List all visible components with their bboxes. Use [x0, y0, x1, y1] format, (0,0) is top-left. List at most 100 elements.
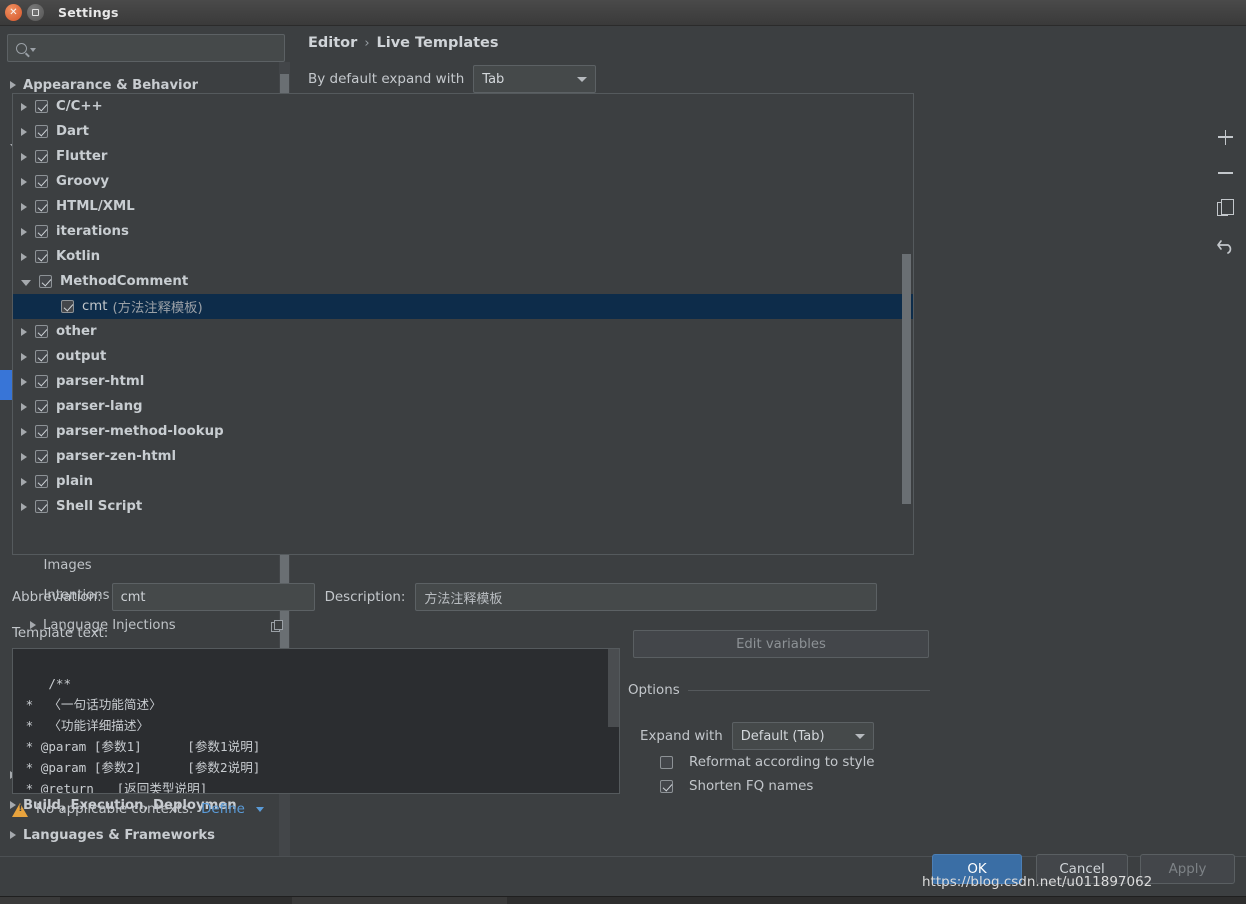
tree-scrollbar-thumb[interactable] [902, 254, 911, 504]
sidebar-item-label: Images [43, 557, 92, 573]
chevron-right-icon[interactable] [21, 427, 27, 436]
breadcrumb-root[interactable]: Editor [308, 35, 357, 51]
chevron-right-icon[interactable] [21, 127, 27, 136]
chevron-right-icon[interactable] [21, 502, 27, 511]
breadcrumb: Editor › Live Templates [292, 26, 1246, 51]
template-row-label: C/C++ [56, 99, 103, 114]
template-text-content: /** * 〈一句话功能简述〉 * 〈功能详细描述〉 * @param [参数1… [25, 676, 261, 794]
template-checkbox[interactable] [35, 400, 48, 413]
chevron-right-icon[interactable] [21, 477, 27, 486]
default-expand-value: Tab [482, 71, 505, 87]
sidebar-item-languages-frameworks[interactable]: Languages & Frameworks [0, 820, 292, 850]
template-tree-row[interactable]: parser-zen-html [13, 444, 913, 469]
template-checkbox[interactable] [35, 200, 48, 213]
template-tree-row[interactable]: C/C++ [13, 94, 913, 119]
template-tree-row[interactable]: Shell Script [13, 494, 913, 519]
chevron-right-icon[interactable] [10, 831, 16, 839]
template-checkbox[interactable] [35, 425, 48, 438]
chevron-right-icon[interactable] [21, 352, 27, 361]
chevron-right-icon[interactable] [21, 402, 27, 411]
template-tree-row[interactable]: Groovy [13, 169, 913, 194]
reformat-option-row[interactable]: Reformat according to style [660, 755, 875, 770]
template-tree-row[interactable]: MethodComment [13, 269, 913, 294]
template-checkbox[interactable] [35, 475, 48, 488]
template-checkbox[interactable] [35, 325, 48, 338]
copy-icon [271, 619, 283, 632]
default-expand-select[interactable]: Tab [473, 65, 597, 93]
abbreviation-input[interactable]: cmt [111, 583, 315, 611]
description-input[interactable]: 方法注释模板 [415, 583, 878, 611]
template-checkbox[interactable] [35, 150, 48, 163]
chevron-right-icon[interactable] [10, 81, 16, 89]
shorten-checkbox[interactable] [660, 780, 673, 793]
template-row-label: iterations [56, 224, 129, 239]
template-text-scrollbar-thumb[interactable] [608, 649, 619, 727]
chevron-right-icon[interactable] [21, 327, 27, 336]
desktop-taskbar [0, 896, 1246, 904]
template-row-label: parser-lang [56, 399, 143, 414]
chevron-right-icon[interactable] [21, 252, 27, 261]
template-tree-row[interactable]: plain [13, 469, 913, 494]
expand-with-row: Expand with Default (Tab) [640, 722, 874, 750]
template-checkbox[interactable] [35, 500, 48, 513]
chevron-right-icon[interactable] [21, 452, 27, 461]
template-checkbox[interactable] [35, 375, 48, 388]
chevron-down-icon[interactable] [21, 280, 31, 286]
template-tree-row[interactable]: Dart [13, 119, 913, 144]
shorten-option-row[interactable]: Shorten FQ names [660, 779, 813, 794]
chevron-right-icon[interactable] [21, 102, 27, 111]
template-checkbox[interactable] [35, 125, 48, 138]
template-checkbox[interactable] [39, 275, 52, 288]
template-row-label: parser-html [56, 374, 145, 389]
expand-with-select[interactable]: Default (Tab) [731, 722, 874, 750]
template-tree-row[interactable]: parser-method-lookup [13, 419, 913, 444]
template-checkbox[interactable] [35, 175, 48, 188]
default-expand-row: By default expand with Tab [292, 51, 1246, 93]
template-tree-row[interactable]: parser-html [13, 369, 913, 394]
template-tree-row[interactable]: output [13, 344, 913, 369]
live-templates-tree[interactable]: C/C++ Dart Flutter Groovy HTML/XML iterations… [12, 93, 914, 555]
add-template-button[interactable] [1215, 126, 1237, 148]
chevron-right-icon[interactable] [21, 377, 27, 386]
close-icon[interactable]: ✕ [5, 4, 22, 21]
template-tree-row[interactable]: iterations [13, 219, 913, 244]
chevron-right-icon[interactable] [21, 202, 27, 211]
chevron-right-icon[interactable] [21, 227, 27, 236]
edit-variables-button[interactable]: Edit variables [633, 630, 929, 658]
template-text-editor[interactable]: /** * 〈一句话功能简述〉 * 〈功能详细描述〉 * @param [参数1… [12, 648, 620, 794]
template-tree-row[interactable]: Kotlin [13, 244, 913, 269]
reformat-checkbox[interactable] [660, 756, 673, 769]
template-checkbox[interactable] [35, 250, 48, 263]
template-checkbox[interactable] [35, 450, 48, 463]
template-checkbox[interactable] [35, 100, 48, 113]
template-tree-row[interactable]: HTML/XML [13, 194, 913, 219]
template-tree-row[interactable]: Flutter [13, 144, 913, 169]
maximize-icon[interactable] [27, 4, 44, 21]
description-value: 方法注释模板 [424, 591, 503, 607]
duplicate-template-button[interactable] [1215, 198, 1237, 220]
template-row-label: cmt [82, 299, 108, 314]
template-row-label: HTML/XML [56, 199, 135, 214]
template-tree-row[interactable]: parser-lang [13, 394, 913, 419]
template-row-description: (方法注释模板) [112, 301, 203, 316]
chevron-right-icon[interactable] [21, 177, 27, 186]
apply-button[interactable]: Apply [1140, 854, 1235, 884]
chevron-right-icon[interactable] [21, 152, 27, 161]
template-tree-row[interactable]: cmt (方法注释模板) [13, 294, 913, 319]
template-row-label: parser-method-lookup [56, 424, 224, 439]
options-section-header: Options [628, 683, 930, 698]
search-box[interactable] [7, 34, 285, 62]
watermark-text: https://blog.csdn.net/u011897062 [922, 874, 1153, 890]
define-link[interactable]: Define [201, 802, 245, 817]
template-checkbox[interactable] [35, 225, 48, 238]
chevron-down-icon[interactable] [255, 807, 264, 812]
search-icon [16, 42, 27, 54]
search-input[interactable] [36, 41, 284, 55]
revert-template-button[interactable] [1215, 234, 1237, 256]
abbreviation-label: Abbreviation: [12, 589, 102, 605]
template-checkbox[interactable] [35, 350, 48, 363]
remove-template-button[interactable] [1215, 162, 1237, 184]
template-checkbox[interactable] [61, 300, 74, 313]
chevron-down-icon [577, 76, 588, 82]
template-tree-row[interactable]: other [13, 319, 913, 344]
